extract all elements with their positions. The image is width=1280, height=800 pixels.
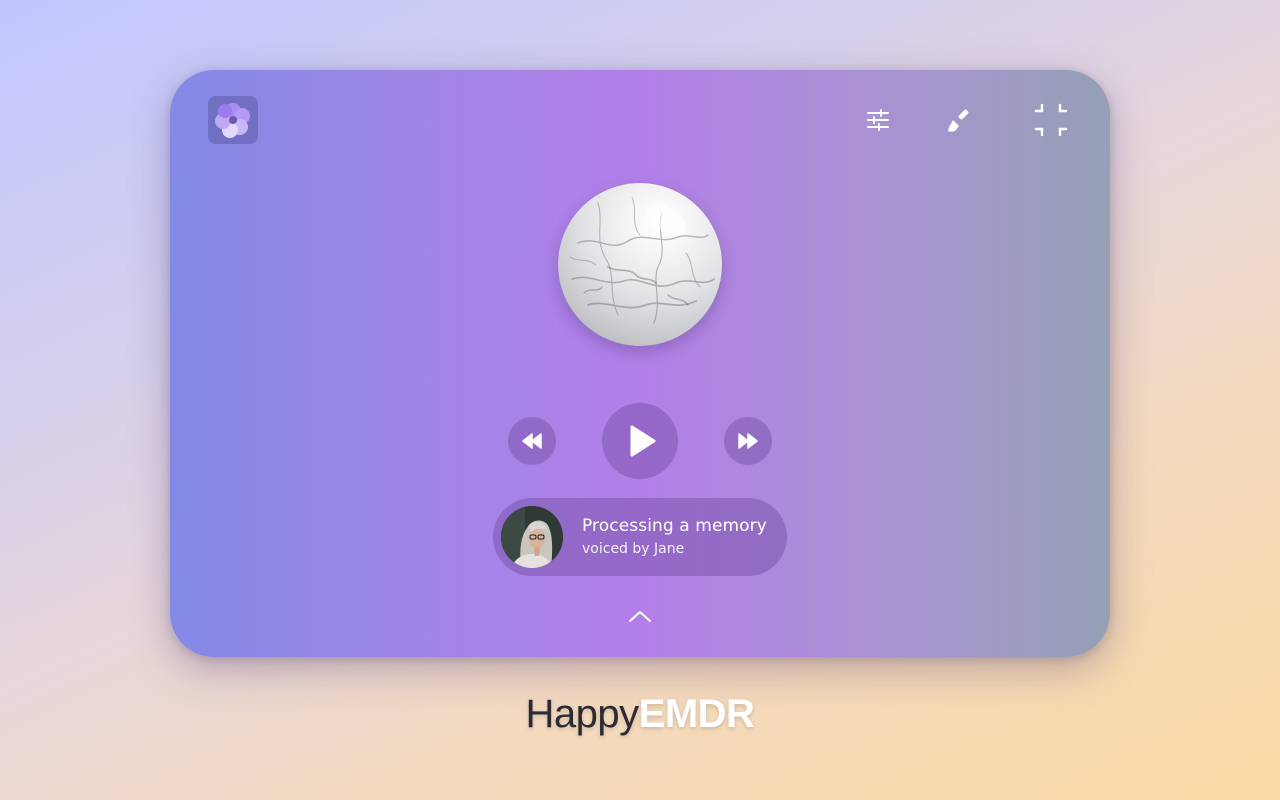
marble-orb xyxy=(558,183,722,346)
chevron-up-icon xyxy=(629,611,651,622)
rewind-icon xyxy=(522,433,542,449)
play-icon xyxy=(630,425,655,457)
flower-icon xyxy=(215,103,250,138)
track-title: Processing a memory xyxy=(582,516,767,536)
paintbrush-icon xyxy=(948,109,969,132)
play-button[interactable] xyxy=(602,403,678,479)
narrator-avatar xyxy=(501,506,563,568)
theme-button[interactable] xyxy=(945,106,973,134)
player-card: Processing a memory voiced by Jane xyxy=(170,70,1110,657)
expand-button[interactable] xyxy=(627,608,653,624)
brand-light: Happy xyxy=(525,692,640,736)
fast-forward-icon xyxy=(738,433,758,449)
settings-button[interactable] xyxy=(864,106,892,134)
fast-forward-button[interactable] xyxy=(724,417,772,465)
fullscreen-button[interactable] xyxy=(1033,102,1069,138)
rewind-button[interactable] xyxy=(508,417,556,465)
app-logo[interactable] xyxy=(208,96,258,144)
brand-bold: EMDR xyxy=(638,692,755,736)
brand-wordmark: HappyEMDR xyxy=(0,692,1280,737)
exit-fullscreen-icon xyxy=(1034,103,1068,137)
track-narrator: voiced by Jane xyxy=(582,541,685,557)
sliders-icon xyxy=(867,109,889,131)
now-playing-card[interactable]: Processing a memory voiced by Jane xyxy=(493,498,787,576)
